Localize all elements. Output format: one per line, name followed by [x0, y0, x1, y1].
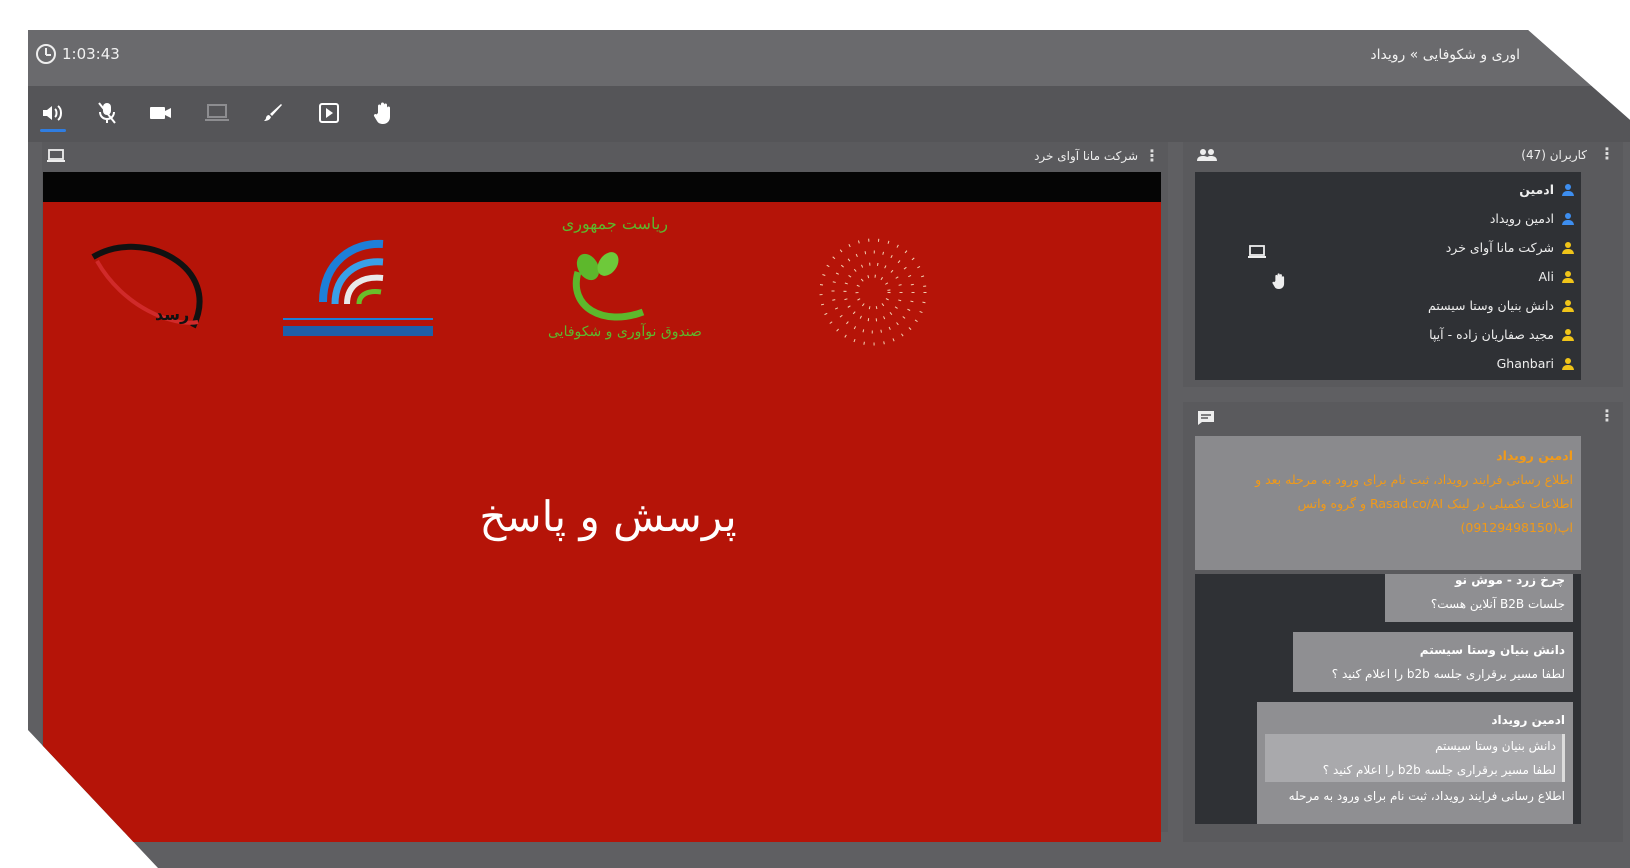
presentation-header: شرکت مانا آوای خرد ⋮ — [42, 142, 1168, 172]
speaker-icon[interactable] — [38, 98, 68, 132]
user-name: ادمین — [1519, 182, 1554, 197]
user-name: ادمین رویداد — [1489, 211, 1554, 226]
message-text: جلسات B2B آنلاین هست؟ — [1430, 597, 1565, 611]
user-icon — [1562, 183, 1574, 196]
screen-share-icon[interactable] — [202, 98, 232, 128]
pinned-message: ادمین رویداد اطلاع رسانی فرایند رویداد، … — [1195, 436, 1581, 570]
mic-off-icon[interactable] — [92, 98, 122, 128]
user-name: Ghanbari — [1496, 356, 1554, 371]
slide-top-bar — [43, 172, 1161, 202]
user-icon — [1562, 270, 1574, 283]
dotted-globe-logo — [813, 232, 933, 352]
chat-header: ⋮ — [1183, 402, 1623, 430]
chat-icon — [1197, 410, 1215, 429]
session-timer: 1:03:43 — [36, 44, 120, 64]
users-panel: کاربران (47) ⋮ ادمین ادمین رویداد شرکت م… — [1183, 142, 1623, 387]
chat-message: چرخ زرد - موش نو جلسات B2B آنلاین هست؟ — [1385, 574, 1573, 622]
user-name: شرکت مانا آوای خرد — [1445, 240, 1554, 255]
rasad-logo-text: رسد — [155, 305, 190, 324]
camera-icon[interactable] — [146, 98, 176, 128]
pinned-text-1: اطلاع رسانی فرایند رویداد، ثبت نام برای … — [1255, 472, 1573, 487]
presentation-title: شرکت مانا آوای خرد — [1034, 149, 1138, 163]
users-menu-icon[interactable]: ⋮ — [1599, 144, 1615, 163]
user-name: Ali — [1538, 269, 1555, 284]
raise-hand-icon[interactable] — [368, 98, 398, 128]
pen-icon[interactable] — [258, 98, 288, 128]
users-group-icon — [1197, 148, 1217, 165]
chat-menu-icon[interactable]: ⋮ — [1599, 406, 1615, 425]
user-item[interactable]: Ghanbari — [1496, 356, 1574, 371]
clock-icon — [36, 44, 56, 64]
user-item[interactable]: شرکت مانا آوای خرد — [1445, 240, 1574, 255]
users-header: کاربران (47) ⋮ — [1183, 142, 1623, 170]
presenter-screen-icon — [1247, 244, 1267, 263]
presentation-panel: شرکت مانا آوای خرد ⋮ رسد ریاست جمهوری صن… — [42, 142, 1168, 842]
user-icon — [1562, 241, 1574, 254]
message-sender: چرخ زرد - موش نو — [1455, 574, 1565, 587]
presentation-icon[interactable] — [314, 98, 344, 128]
user-item[interactable]: ادمین — [1519, 182, 1574, 197]
user-icon — [1562, 357, 1574, 370]
rasad-logo: رسد — [83, 237, 213, 357]
pinned-text-2: اطلاعات تکمیلی در لینک Rasad.co/AI و گرو… — [1297, 496, 1573, 535]
user-list: ادمین ادمین رویداد شرکت مانا آوای خرد Al… — [1195, 172, 1581, 380]
user-icon — [1562, 212, 1574, 225]
user-name: دانش بنیان وستا سیستم — [1428, 298, 1554, 313]
message-list: چرخ زرد - موش نو جلسات B2B آنلاین هست؟ د… — [1195, 574, 1581, 824]
chat-message: ادمین رویداد دانش بنیان وستا سیستم لطفا … — [1257, 702, 1573, 824]
users-title: کاربران (47) — [1521, 148, 1587, 162]
message-text: لطفا مسیر برقراری جلسه b2b را اعلام کنید… — [1331, 667, 1565, 681]
quoted-message: دانش بنیان وستا سیستم لطفا مسیر برقراری … — [1265, 734, 1565, 782]
chat-message: دانش بنیان وستا سیستم لطفا مسیر برقراری … — [1293, 632, 1573, 692]
user-item[interactable]: دانش بنیان وستا سیستم — [1428, 298, 1574, 313]
slide: رسد ریاست جمهوری صندوق نوآوری و شکوفایی … — [43, 202, 1161, 842]
user-name: مجید صفاریان زاده - آیپا — [1429, 327, 1554, 342]
ministry-logo — [283, 232, 433, 342]
presentation-menu-icon[interactable]: ⋮ — [1144, 146, 1160, 165]
toolbar — [28, 86, 1630, 142]
user-item[interactable]: ادمین رویداد — [1489, 211, 1574, 226]
quoted-sender: دانش بنیان وستا سیستم — [1435, 739, 1556, 753]
message-sender: ادمین رویداد — [1491, 713, 1565, 727]
chat-panel: ⋮ ادمین رویداد اطلاع رسانی فرایند رویداد… — [1183, 402, 1623, 842]
fund-text: صندوق نوآوری و شکوفایی — [548, 324, 702, 340]
user-item[interactable]: مجید صفاریان زاده - آیپا — [1429, 327, 1574, 342]
user-icon — [1562, 328, 1574, 341]
breadcrumb: اوری و شکوفایی » رویداد — [1370, 47, 1520, 63]
quoted-text: لطفا مسیر برقراری جلسه b2b را اعلام کنید… — [1322, 763, 1556, 777]
user-item[interactable]: Ali — [1539, 269, 1574, 284]
innovation-fund-logo: ریاست جمهوری صندوق نوآوری و شکوفایی — [548, 212, 702, 362]
message-sender: دانش بنیان وستا سیستم — [1419, 643, 1565, 657]
timer-text: 1:03:43 — [62, 45, 120, 63]
pinned-sender: ادمین رویداد — [1496, 448, 1573, 463]
slide-heading: پرسش و پاسخ — [479, 492, 737, 541]
conference-window: 1:03:43 اوری و شکوفایی » رویداد شرکت مان… — [28, 30, 1630, 868]
screen-icon[interactable] — [46, 148, 66, 167]
user-icon — [1562, 299, 1574, 312]
header-bar: 1:03:43 اوری و شکوفایی » رویداد — [28, 30, 1630, 86]
message-text: اطلاع رسانی فرایند رویداد، ثبت نام برای … — [1288, 789, 1565, 803]
raised-hand-icon — [1271, 272, 1287, 294]
